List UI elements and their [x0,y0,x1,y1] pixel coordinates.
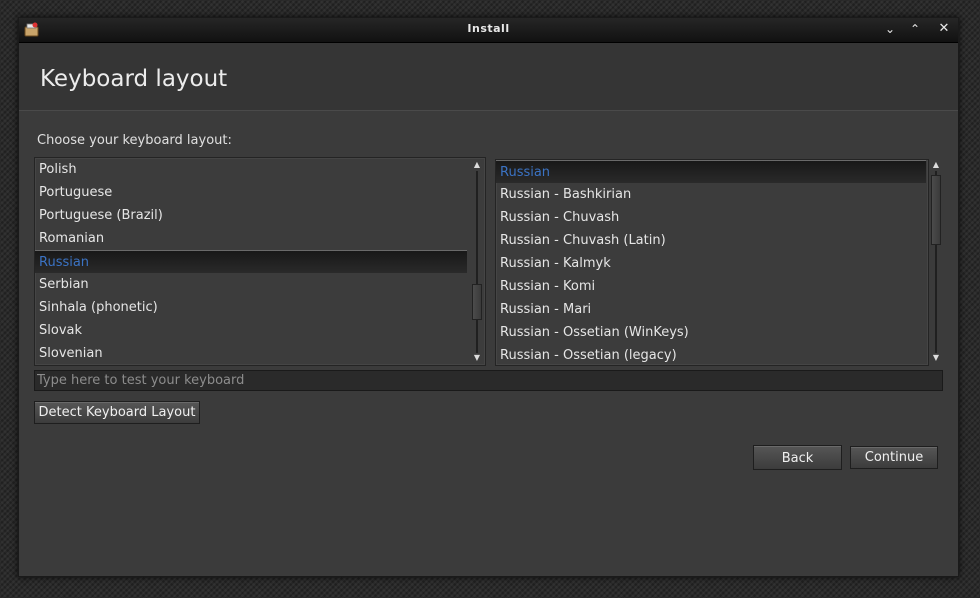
installer-window: Install ⌄ ⌃ ✕ Keyboard layout Choose you… [18,17,959,577]
continue-button[interactable]: Continue [850,446,938,469]
variant-list-item[interactable]: Russian - Chuvash (Latin) [496,229,926,252]
layout-list-item[interactable]: Portuguese [35,181,467,204]
variant-list-item[interactable]: Russian - Mari [496,298,926,321]
variant-list-item[interactable]: Russian - Bashkirian [496,183,926,206]
scroll-down-arrow-icon[interactable]: ▼ [471,353,483,363]
variant-list-item[interactable]: Russian - Chuvash [496,206,926,229]
layout-list-item[interactable]: Slovenian [35,342,467,365]
detect-layout-button[interactable]: Detect Keyboard Layout [34,401,200,424]
variant-list-item[interactable]: Russian - Ossetian (WinKeys) [496,321,926,344]
layout-list-item[interactable]: Serbian [35,273,467,296]
page-title: Keyboard layout [40,66,228,92]
variant-list-scrollbar[interactable]: ▲ ▼ [930,160,942,364]
layout-list-item[interactable]: Portuguese (Brazil) [35,204,467,227]
scroll-thumb[interactable] [931,175,941,245]
layout-list-item[interactable]: Polish [35,158,467,181]
keyboard-test-input[interactable] [34,370,943,391]
scroll-thumb[interactable] [472,284,482,320]
back-button[interactable]: Back [753,445,842,470]
window-title: Install [467,22,510,35]
layout-list-item[interactable]: Russian [35,250,467,273]
variant-list-item[interactable]: Russian - Ossetian (legacy) [496,344,926,365]
scroll-up-arrow-icon[interactable]: ▲ [471,160,483,170]
variant-list[interactable]: Russian Russian - Bashkirian Russian - Chu… [495,159,929,366]
layout-list-item[interactable]: Sinhala (phonetic) [35,296,467,319]
variant-list-item[interactable]: Russian - Kalmyk [496,252,926,275]
close-icon[interactable]: ✕ [936,21,952,37]
scroll-up-arrow-icon[interactable]: ▲ [930,160,942,170]
variant-list-item[interactable]: Russian - Komi [496,275,926,298]
scroll-down-arrow-icon[interactable]: ▼ [930,353,942,363]
layout-list-item[interactable]: Slovak [35,319,467,342]
layout-list-item[interactable]: Romanian [35,227,467,250]
maximize-icon[interactable]: ⌃ [907,21,923,37]
title-bar[interactable]: Install ⌄ ⌃ ✕ [19,18,958,43]
scroll-track[interactable] [476,171,478,353]
layout-list-scrollbar[interactable]: ▲ ▼ [471,160,483,364]
minimize-icon[interactable]: ⌄ [882,21,898,37]
page-header: Keyboard layout [19,43,958,111]
variant-list-item[interactable]: Russian [496,160,926,183]
layout-list[interactable]: Polish Portuguese Portuguese (Brazil) Roman… [34,157,486,366]
layout-prompt: Choose your keyboard layout: [37,133,232,148]
